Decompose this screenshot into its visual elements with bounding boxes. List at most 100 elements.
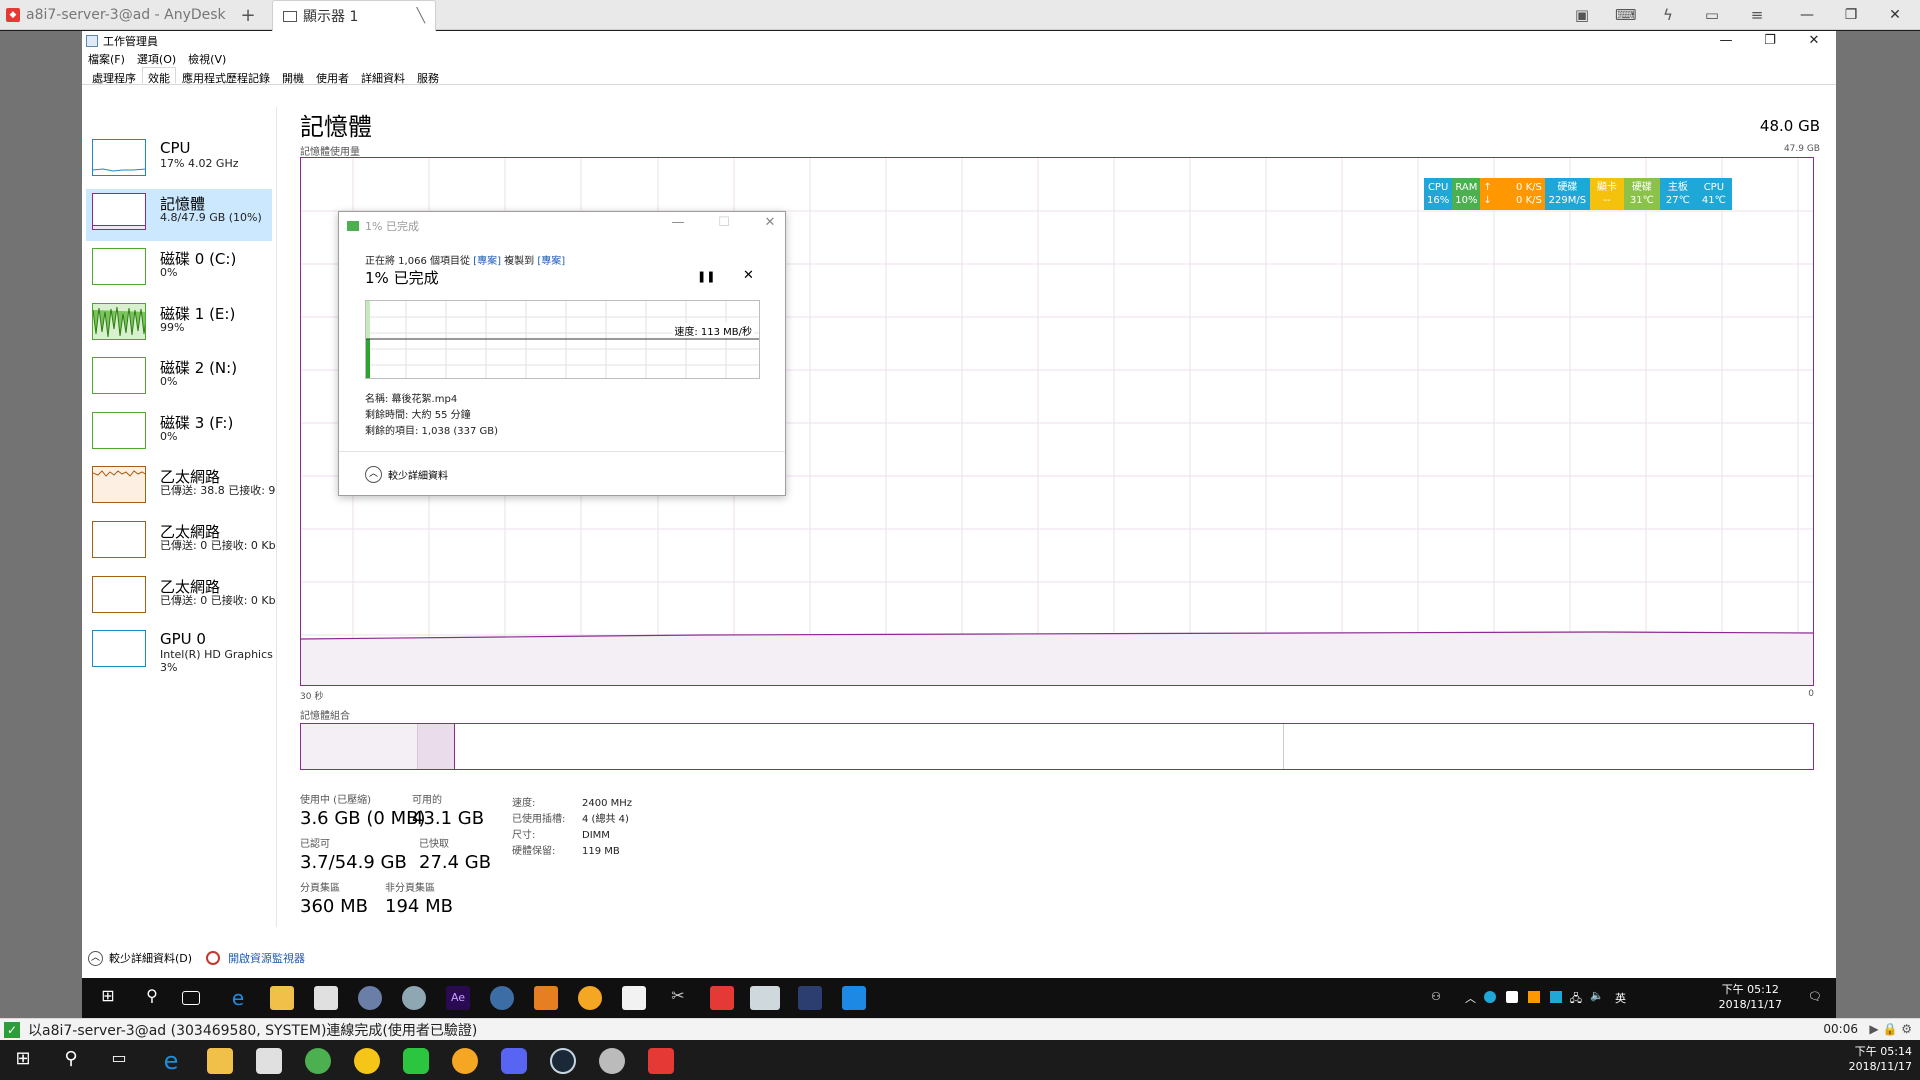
- sidebar-item-cpu[interactable]: CPU 17% 4.02 GHz: [86, 135, 272, 187]
- notification-icon[interactable]: 🗨: [1808, 990, 1822, 1003]
- tool-app-icon[interactable]: [402, 986, 426, 1010]
- store-icon[interactable]: [256, 1048, 282, 1074]
- edge-icon[interactable]: e: [158, 1048, 184, 1074]
- sidebar-item-value: 已傳送: 0 已接收: 0 Kbp: [160, 594, 276, 607]
- task-view-icon[interactable]: ▭: [106, 1048, 132, 1074]
- close-button[interactable]: ✕: [1880, 4, 1910, 26]
- detail-hardware-reserved: 硬體保留: 119 MB: [512, 842, 620, 857]
- lock-icon[interactable]: 🔒: [1882, 1022, 1897, 1036]
- dialog-minimize-button[interactable]: —: [663, 215, 693, 230]
- sidebar-item-ethernet-1[interactable]: 乙太網路 已傳送: 38.8 已接收: 97: [86, 462, 276, 514]
- anydesk-logo-icon: ◆: [6, 8, 20, 22]
- people-icon[interactable]: ⚇: [1431, 990, 1441, 1003]
- fewer-details-link[interactable]: 較少詳細資料(D): [109, 950, 192, 966]
- tray-app-icon-2[interactable]: [1528, 991, 1540, 1003]
- destination-link[interactable]: [專案]: [537, 256, 565, 267]
- screen-icon[interactable]: ▶: [1869, 1022, 1878, 1036]
- media-player-icon[interactable]: [452, 1048, 478, 1074]
- anydesk-session-tab[interactable]: ◆ a8i7-server-3@ad - AnyDesk: [0, 0, 270, 30]
- tray-app-icon-3[interactable]: [1550, 991, 1562, 1003]
- anydesk-session-tab-label: a8i7-server-3@ad - AnyDesk: [26, 7, 226, 23]
- discord-icon[interactable]: [501, 1048, 527, 1074]
- display-settings-icon[interactable]: ▭: [1702, 6, 1722, 24]
- tab-startup[interactable]: 開機: [276, 67, 310, 85]
- windows-start-icon[interactable]: ⊞: [10, 1048, 36, 1074]
- menu-view[interactable]: 檢視(V): [188, 51, 226, 67]
- tm-minimize-button[interactable]: —: [1706, 33, 1746, 49]
- menu-options[interactable]: 選項(O): [137, 51, 176, 67]
- steam-icon[interactable]: [550, 1048, 576, 1074]
- menu-icon[interactable]: ≡: [1747, 6, 1767, 24]
- remote-clock[interactable]: 下午 05:12 2018/11/17: [1719, 982, 1782, 1012]
- chat-icon[interactable]: ▣: [1572, 6, 1592, 24]
- dialog-maximize-button: ☐: [718, 215, 730, 230]
- sidebar-item-disk-0[interactable]: 磁碟 0 (C:) 0%: [86, 244, 272, 296]
- tab-users[interactable]: 使用者: [310, 67, 355, 85]
- sidebar-item-disk-1[interactable]: 磁碟 1 (E:) 99%: [86, 299, 272, 351]
- app-icon-2[interactable]: [599, 1048, 625, 1074]
- app-icon[interactable]: [490, 986, 514, 1010]
- display-tab[interactable]: 顯示器 1 ╲: [272, 0, 436, 31]
- network-app-icon[interactable]: [358, 986, 382, 1010]
- tm-restore-button[interactable]: ❐: [1750, 33, 1790, 49]
- app-icon[interactable]: [354, 1048, 380, 1074]
- chrome-icon[interactable]: [305, 1048, 331, 1074]
- store-icon[interactable]: [314, 986, 338, 1010]
- chevron-up-icon[interactable]: ︿: [1465, 990, 1476, 1006]
- tab-app-history[interactable]: 應用程式歷程記錄: [176, 67, 276, 85]
- anydesk-icon[interactable]: [648, 1048, 674, 1074]
- fewer-details-toggle[interactable]: ︿ 較少詳細資料: [365, 466, 448, 483]
- volume-icon[interactable]: 🔈: [1590, 989, 1604, 1002]
- pause-button[interactable]: ❚❚: [697, 270, 715, 283]
- minimize-button[interactable]: —: [1792, 4, 1822, 26]
- menu-file[interactable]: 檔案(F): [88, 51, 125, 67]
- search-icon[interactable]: ⚲: [140, 986, 164, 1010]
- ime-indicator[interactable]: 英: [1615, 990, 1626, 1006]
- tm-close-button[interactable]: ✕: [1794, 33, 1834, 49]
- dialog-close-button[interactable]: ✕: [755, 215, 785, 230]
- remote-app-icon[interactable]: [842, 986, 866, 1010]
- cancel-copy-button[interactable]: ✕: [743, 268, 754, 283]
- source-link[interactable]: [專案]: [473, 256, 501, 267]
- edge-icon[interactable]: e: [226, 986, 250, 1010]
- actions-icon[interactable]: ϟ: [1658, 6, 1678, 24]
- sidebar-item-gpu[interactable]: GPU 0 Intel(R) HD Graphics 53 3%: [86, 626, 276, 686]
- close-tab-icon[interactable]: ╲: [417, 8, 425, 24]
- info-app-icon[interactable]: [798, 986, 822, 1010]
- privacy-icon[interactable]: ⚙: [1901, 1022, 1912, 1036]
- tools-icon[interactable]: ✂: [666, 986, 690, 1010]
- media-player-icon[interactable]: [578, 986, 602, 1010]
- open-resource-monitor-link[interactable]: 開啟資源監視器: [228, 950, 305, 966]
- sidebar-item-value: 已傳送: 38.8 已接收: 97: [160, 484, 276, 497]
- windows-start-icon[interactable]: ⊞: [96, 986, 120, 1010]
- sidebar-item-disk-3[interactable]: 磁碟 3 (F:) 0%: [86, 408, 272, 460]
- keyboard-icon[interactable]: ⌨: [1615, 6, 1637, 24]
- sidebar-item-memory[interactable]: 記憶體 4.8/47.9 GB (10%): [86, 189, 272, 241]
- mail-icon[interactable]: [622, 986, 646, 1010]
- tab-services[interactable]: 服務: [411, 67, 445, 85]
- task-manager-taskbar-icon[interactable]: [750, 986, 780, 1010]
- time-remaining: 剩餘時間: 大約 55 分鐘: [365, 410, 471, 421]
- search-icon[interactable]: ⚲: [58, 1048, 84, 1074]
- chevron-up-icon[interactable]: ︿: [88, 950, 103, 966]
- file-explorer-icon[interactable]: [207, 1048, 233, 1074]
- shield-icon[interactable]: [1506, 991, 1518, 1003]
- file-explorer-icon[interactable]: [270, 986, 294, 1010]
- stat-value: 27.4 GB: [419, 852, 492, 873]
- sidebar-item-ethernet-3[interactable]: 乙太網路 已傳送: 0 已接收: 0 Kbp: [86, 572, 276, 624]
- after-effects-icon[interactable]: Ae: [446, 986, 470, 1010]
- sidebar-item-disk-2[interactable]: 磁碟 2 (N:) 0%: [86, 353, 272, 405]
- restore-button[interactable]: ❐: [1836, 4, 1866, 26]
- anydesk-icon[interactable]: [710, 986, 734, 1010]
- sidebar-item-ethernet-2[interactable]: 乙太網路 已傳送: 0 已接收: 0 Kbp: [86, 517, 276, 569]
- archive-icon[interactable]: [534, 986, 558, 1010]
- local-clock[interactable]: 下午 05:14 2018/11/17: [1849, 1044, 1912, 1074]
- tab-details[interactable]: 詳細資料: [355, 67, 411, 85]
- task-view-icon[interactable]: [182, 991, 200, 1005]
- tab-performance[interactable]: 效能: [142, 67, 176, 85]
- line-icon[interactable]: [403, 1048, 429, 1074]
- tab-processes[interactable]: 處理程序: [86, 67, 142, 85]
- network-icon[interactable]: 🖧: [1570, 990, 1582, 1009]
- new-tab-button[interactable]: +: [236, 0, 260, 30]
- tray-app-icon[interactable]: [1484, 991, 1496, 1003]
